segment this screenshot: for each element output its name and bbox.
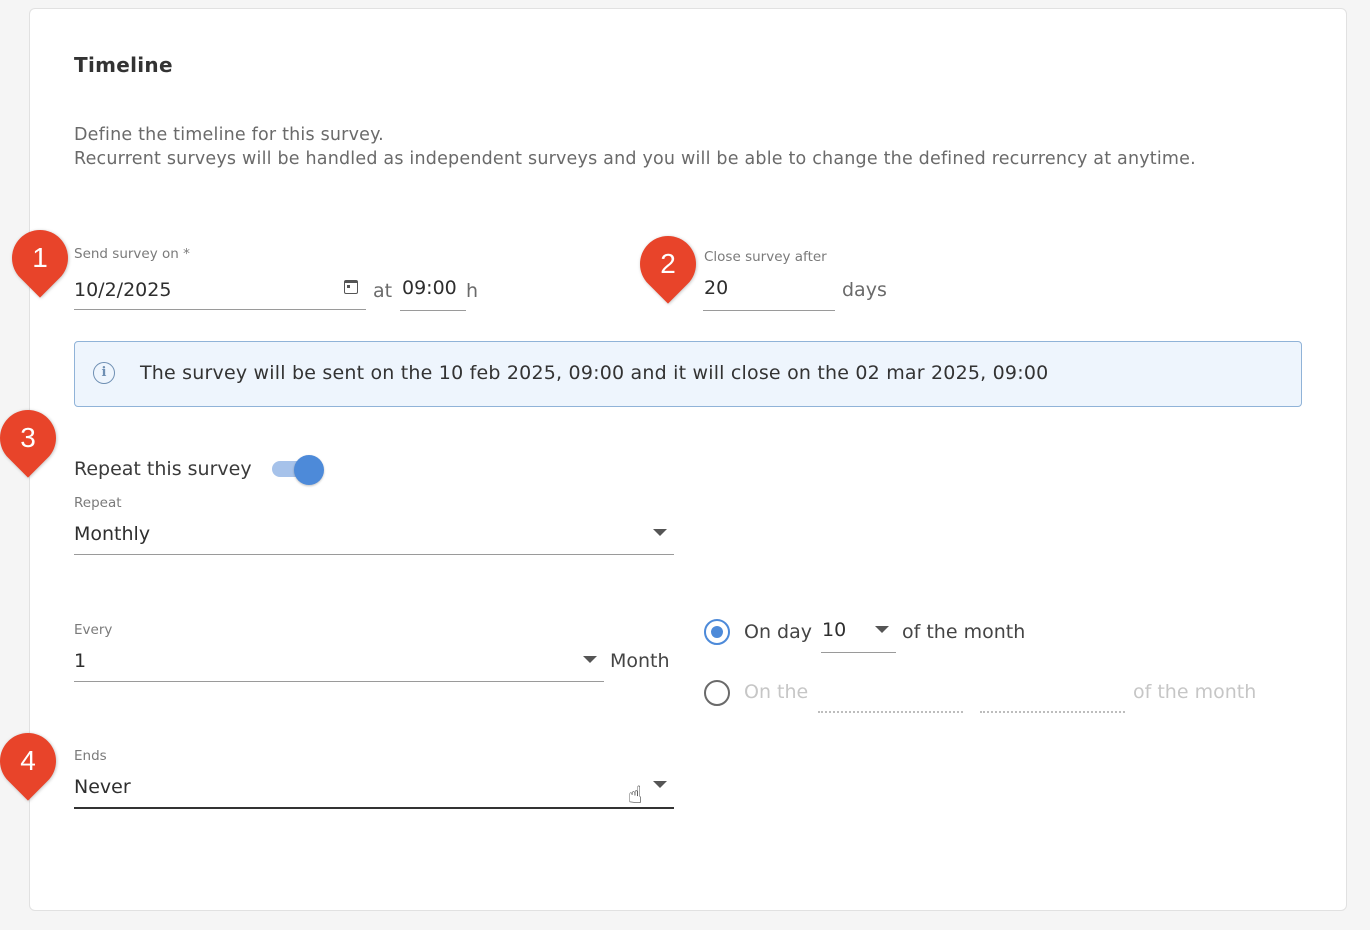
marker-number-3: 3 [20,422,36,453]
of-the-month-label: of the month [902,621,1026,643]
every-select-underline [74,681,604,682]
repeat-select-underline [74,554,674,555]
weekday-select[interactable] [980,711,1125,713]
every-label: Every [74,622,113,638]
schedule-info-text: The survey will be sent on the 10 feb 20… [140,362,1049,384]
day-select-underline [821,652,896,653]
send-date-underline [74,309,366,310]
timeline-card: Timeline Define the timeline for this su… [29,8,1347,911]
send-date-label: Send survey on * [74,246,190,262]
on-day-radio[interactable] [704,619,730,645]
ends-label: Ends [74,748,107,764]
day-chevron-down-icon[interactable] [875,626,889,633]
hand-cursor-icon: ☝ [628,781,643,809]
repeat-toggle-label: Repeat this survey [74,458,252,480]
week-ordinal-select[interactable] [818,711,963,713]
every-select[interactable]: 1 [74,650,86,672]
send-time-underline [400,310,466,311]
repeat-chevron-down-icon[interactable] [653,529,667,536]
ends-select-underline [74,807,674,809]
description-line-2: Recurrent surveys will be handled as ind… [74,149,1196,169]
calendar-icon[interactable] [344,280,358,294]
close-after-input[interactable]: 20 [704,277,728,299]
info-icon: i [93,362,115,384]
repeat-select[interactable]: Monthly [74,523,150,545]
day-of-month-select[interactable]: 10 [822,619,846,641]
time-unit-label: h [466,280,479,302]
close-after-label: Close survey after [704,249,827,265]
marker-number-4: 4 [20,745,36,776]
marker-number-1: 1 [32,242,48,273]
on-the-radio[interactable] [704,680,730,706]
repeat-select-label: Repeat [74,495,122,511]
ends-chevron-down-icon[interactable] [653,781,667,788]
days-unit-label: days [842,279,887,301]
schedule-info-box: i The survey will be sent on the 10 feb … [74,341,1302,407]
marker-number-2: 2 [660,248,676,279]
of-the-month-label-2: of the month [1133,681,1257,703]
on-the-label: On the [744,681,809,703]
close-after-underline [703,310,835,311]
send-time-input[interactable]: 09:00 [402,277,457,299]
section-description: Define the timeline for this survey. Rec… [74,123,1254,171]
on-day-label: On day [744,621,812,643]
description-line-1: Define the timeline for this survey. [74,125,384,145]
section-title: Timeline [74,53,173,77]
every-unit-label: Month [610,650,670,672]
send-date-input[interactable]: 10/2/2025 [74,279,171,301]
repeat-toggle-knob[interactable] [294,455,324,485]
at-label: at [373,280,393,302]
every-chevron-down-icon[interactable] [583,656,597,663]
ends-select[interactable]: Never [74,776,131,798]
